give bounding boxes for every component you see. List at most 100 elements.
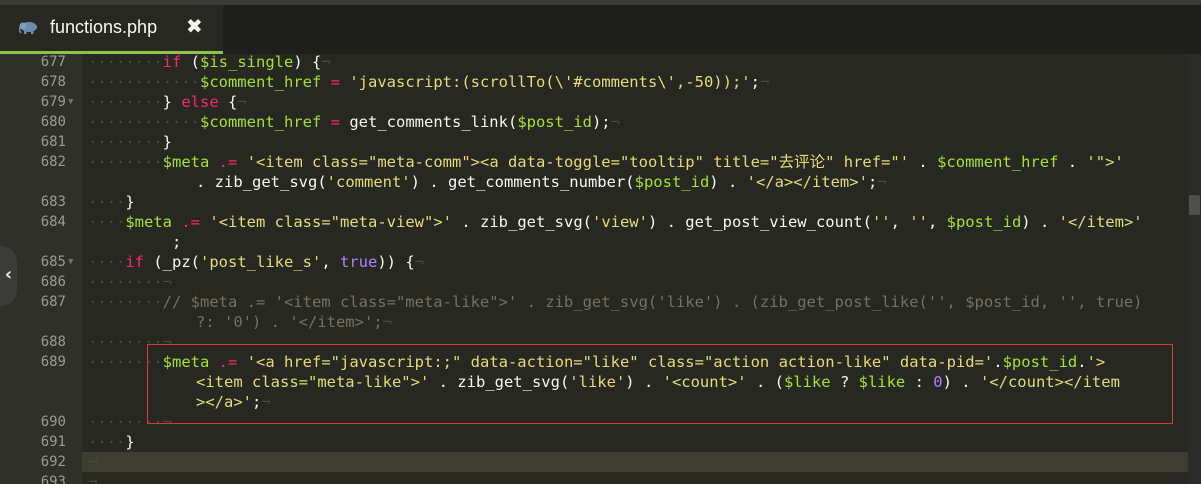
tab-bar: functions.php ✖: [0, 0, 1201, 54]
code-text: ········¬: [88, 272, 172, 292]
scrollbar-thumb[interactable]: [1189, 195, 1200, 215]
code-token: $post_id: [946, 213, 1022, 231]
fold-arrow-icon[interactable]: ▼: [68, 252, 73, 272]
code-token: ,: [321, 253, 340, 271]
code-line[interactable]: 680 ············$comment_href = get_comme…: [0, 112, 1188, 132]
code-token: =: [330, 113, 340, 131]
code-token: ····: [88, 253, 126, 271]
vertical-scrollbar[interactable]: [1188, 54, 1201, 484]
code-token: $meta: [162, 153, 210, 171]
code-token: ?: '0') . '</item>';: [196, 313, 383, 331]
code-token: ····: [88, 433, 126, 451]
code-token: '">': [1086, 153, 1124, 171]
code-text: ········if ($is_single) {¬: [88, 54, 331, 72]
code-line[interactable]: 677 ········if ($is_single) {¬: [0, 54, 1188, 72]
code-token: ) . get_post_view_count(: [647, 213, 872, 231]
code-line[interactable]: 679 ▼ ········} else {¬: [0, 92, 1188, 112]
code-line[interactable]: 686 ········¬: [0, 272, 1188, 292]
code-token: ¬: [610, 113, 620, 131]
code-line[interactable]: 692 ¬: [0, 452, 1188, 472]
code-line[interactable]: 681 ········}: [0, 132, 1188, 152]
code-line[interactable]: ;: [0, 232, 1188, 252]
code-token: ············: [88, 113, 200, 131]
line-number: 683: [40, 194, 66, 210]
code-text: ?: '0') . '</item>';¬: [196, 312, 392, 332]
code-token: ¬: [382, 313, 392, 331]
line-number: 691: [40, 434, 66, 450]
code-line[interactable]: 693 ¬: [0, 472, 1188, 484]
code-editor[interactable]: 677 ········if ($is_single) {¬ 678 ········…: [0, 54, 1188, 484]
line-number: 689: [40, 354, 66, 370]
code-token: (: [181, 54, 200, 71]
code-token: );: [591, 113, 611, 131]
code-token: .: [1058, 153, 1087, 171]
code-line[interactable]: 691 ····}: [0, 432, 1188, 452]
php-elephant-icon: [18, 20, 39, 39]
code-token: '': [909, 213, 928, 231]
code-line[interactable]: . zib_get_svg('comment') . get_comments_…: [0, 172, 1188, 192]
code-line[interactable]: 687 ········// $meta .= '<item class="met…: [0, 292, 1188, 312]
code-token: ;: [172, 233, 182, 251]
code-token: if: [125, 253, 144, 271]
code-token: ) .: [1021, 213, 1059, 231]
code-line[interactable]: 682 ········$meta .= '<item class="meta-c…: [0, 152, 1188, 172]
code-text: ········} else {¬: [88, 92, 247, 112]
code-token: .=: [218, 153, 238, 171]
code-text: ············$comment_href = 'javascript:…: [88, 72, 769, 92]
code-text: ····}: [88, 192, 135, 212]
code-token: '<item class="meta-comm"><a data-toggle=…: [246, 153, 910, 171]
code-line[interactable]: 685 ▼ ····if (_pz('post_like_s', true)) {¬: [0, 252, 1188, 272]
code-token: $is_single: [200, 54, 294, 71]
code-token: .=: [181, 213, 201, 231]
code-line[interactable]: 684 ····$meta .= '<item class="meta-view"…: [0, 212, 1188, 232]
code-token: $comment_href: [199, 113, 322, 131]
code-token: ;: [867, 173, 878, 191]
close-tab-icon[interactable]: ✖: [186, 14, 203, 38]
code-token: ¬: [88, 473, 98, 484]
line-number: 692: [40, 454, 66, 470]
code-token: . zib_get_svg(: [452, 213, 592, 231]
line-number: 679: [40, 94, 66, 110]
code-token: (_pz(: [144, 253, 200, 271]
line-number: 682: [40, 154, 66, 170]
code-token: }: [125, 193, 135, 211]
code-token: ;: [750, 73, 760, 91]
code-token: $post_id: [634, 173, 710, 191]
line-number: 684: [40, 214, 66, 230]
fold-arrow-icon[interactable]: ▼: [68, 92, 73, 112]
line-number: 677: [40, 54, 66, 70]
code-text: ····if (_pz('post_like_s', true)) {¬: [88, 252, 424, 272]
code-token: ········: [88, 93, 163, 111]
code-line[interactable]: ?: '0') . '</item>';¬: [0, 312, 1188, 332]
code-token: .: [909, 153, 938, 171]
code-text: ········}: [88, 132, 172, 152]
line-number: 681: [40, 134, 66, 150]
code-token: 'javascript:(scrollTo(\'#comments\',-50)…: [349, 73, 751, 91]
code-text: ¬: [88, 472, 97, 484]
code-token: $post_id: [517, 113, 592, 131]
tab-functions-php[interactable]: functions.php ✖: [0, 5, 223, 54]
code-line[interactable]: 678 ············$comment_href = 'javascri…: [0, 72, 1188, 92]
code-token: ¬: [877, 173, 887, 191]
code-text: ····}: [88, 432, 135, 452]
code-token: if: [162, 54, 182, 71]
code-text: ¬: [88, 452, 97, 472]
code-text: ········// $meta .= '<item class="meta-l…: [88, 292, 1143, 312]
line-number: 693: [40, 474, 66, 484]
line-number: 680: [40, 114, 66, 130]
code-token: ········: [88, 153, 163, 171]
code-token: ) .: [709, 173, 747, 191]
code-token: else: [181, 93, 219, 111]
code-token: 'view': [591, 213, 648, 231]
code-line[interactable]: 683 ····}: [0, 192, 1188, 212]
code-token: 'comment': [326, 173, 411, 191]
code-token: }: [162, 133, 172, 151]
side-collapse-handle[interactable]: ‹: [0, 246, 17, 306]
code-token: // $meta .= '<item class="meta-like">' .…: [162, 293, 1143, 311]
code-token: =: [330, 73, 340, 91]
line-number: 688: [40, 334, 66, 350]
